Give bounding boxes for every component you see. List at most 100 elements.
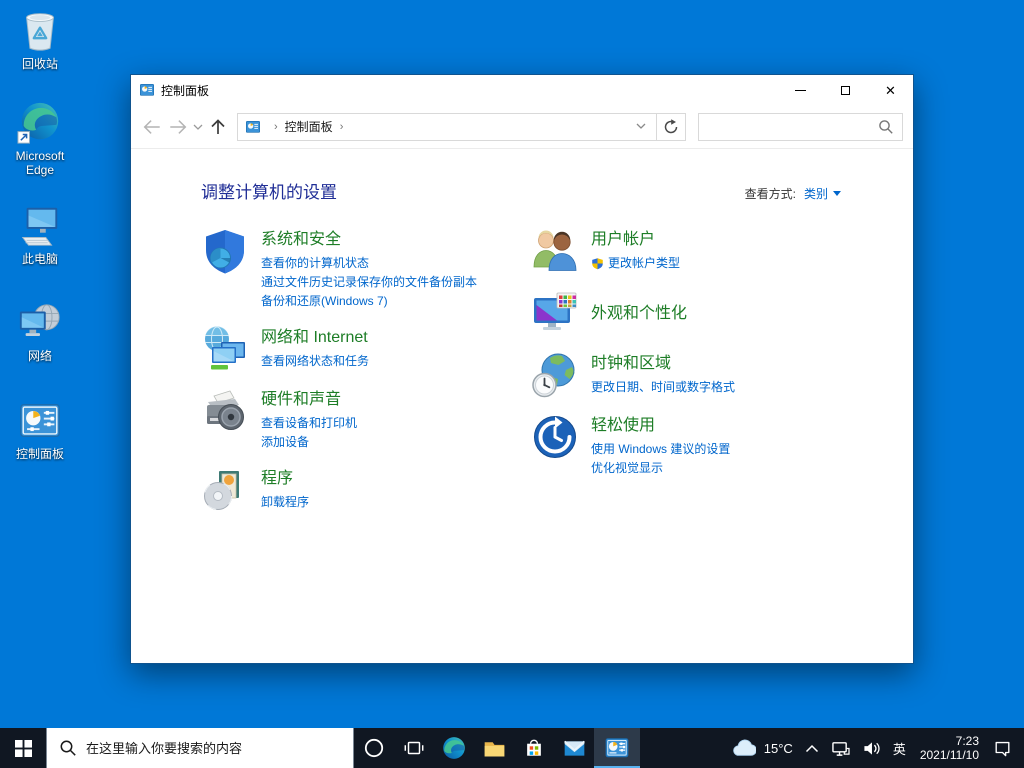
category-link[interactable]: 查看你的计算机状态 bbox=[261, 254, 477, 273]
category-link[interactable]: 通过文件历史记录保存你的文件备份副本 bbox=[261, 273, 477, 292]
volume-button[interactable] bbox=[856, 728, 887, 768]
window-search-input[interactable] bbox=[699, 120, 878, 134]
back-button[interactable] bbox=[139, 113, 165, 141]
control-panel-window: 控制面板 ✕ › 控制面板 › bbox=[130, 74, 914, 664]
mail-icon bbox=[562, 736, 587, 761]
appearance-icon[interactable] bbox=[531, 289, 579, 337]
action-center-icon bbox=[993, 739, 1012, 757]
weather-temperature[interactable]: 15°C bbox=[762, 728, 799, 768]
minimize-button[interactable] bbox=[778, 75, 823, 105]
taskbar-control-panel-button[interactable] bbox=[594, 728, 640, 768]
taskbar-search-box[interactable] bbox=[46, 728, 354, 768]
network-status-button[interactable] bbox=[825, 728, 856, 768]
close-button[interactable]: ✕ bbox=[868, 75, 913, 105]
window-control-panel-icon bbox=[139, 82, 155, 98]
desktop-icon-label: Microsoft Edge bbox=[4, 149, 76, 177]
window-search-box[interactable] bbox=[698, 113, 903, 141]
cortana-icon bbox=[363, 737, 385, 759]
microsoft-edge-icon bbox=[17, 100, 63, 146]
category-link[interactable]: 查看网络状态和任务 bbox=[261, 352, 369, 371]
up-button[interactable] bbox=[205, 113, 231, 141]
category-title-network-internet[interactable]: 网络和 Internet bbox=[261, 327, 369, 349]
cortana-button[interactable] bbox=[354, 728, 394, 768]
categories-column-right: 用户帐户更改帐户类型外观和个性化时钟和区域更改日期、时间或数字格式轻松使用使用 … bbox=[531, 227, 873, 528]
recent-locations-button[interactable] bbox=[191, 113, 205, 141]
forward-button[interactable] bbox=[165, 113, 191, 141]
category-link-text: 卸载程序 bbox=[261, 493, 309, 512]
taskbar-mail-button[interactable] bbox=[554, 728, 594, 768]
breadcrumb-location[interactable]: 控制面板 bbox=[285, 118, 333, 135]
back-arrow-icon bbox=[142, 118, 162, 136]
desktop-icon-network[interactable]: 网络 bbox=[2, 300, 78, 363]
category-link-text: 通过文件历史记录保存你的文件备份副本 bbox=[261, 273, 477, 292]
refresh-icon bbox=[663, 119, 679, 135]
category-link-text: 查看设备和打印机 bbox=[261, 414, 357, 433]
category-title-hardware-sound[interactable]: 硬件和声音 bbox=[261, 389, 357, 411]
action-center-button[interactable] bbox=[987, 728, 1018, 768]
volume-icon bbox=[862, 740, 881, 757]
category-link-text: 添加设备 bbox=[261, 433, 309, 452]
hardware-sound-icon[interactable] bbox=[201, 387, 249, 435]
desktop-icon-label: 回收站 bbox=[22, 57, 58, 71]
clock-region-icon[interactable] bbox=[531, 351, 579, 399]
category-title-programs[interactable]: 程序 bbox=[261, 468, 309, 490]
taskbar-store-button[interactable] bbox=[514, 728, 554, 768]
microsoft-edge-icon bbox=[441, 735, 467, 761]
programs-icon[interactable] bbox=[201, 466, 249, 514]
weather-button[interactable] bbox=[724, 728, 762, 768]
breadcrumb-separator: › bbox=[267, 121, 285, 133]
category-clock-region: 时钟和区域更改日期、时间或数字格式 bbox=[531, 351, 873, 399]
breadcrumb-separator[interactable]: › bbox=[333, 121, 351, 133]
chevron-down-icon[interactable] bbox=[833, 191, 841, 196]
security-shield-icon[interactable] bbox=[201, 227, 249, 275]
system-tray: 15°C 英 7:23 2021/11/10 bbox=[724, 728, 1024, 768]
user-accounts-icon[interactable] bbox=[531, 227, 579, 275]
taskbar-clock[interactable]: 7:23 2021/11/10 bbox=[912, 734, 987, 762]
desktop-icon-microsoft-edge[interactable]: Microsoft Edge bbox=[2, 100, 78, 177]
desktop-icon-this-pc[interactable]: 此电脑 bbox=[2, 203, 78, 266]
search-icon bbox=[59, 739, 77, 757]
category-link[interactable]: 使用 Windows 建议的设置 bbox=[591, 440, 730, 459]
maximize-button[interactable] bbox=[823, 75, 868, 105]
category-link[interactable]: 更改日期、时间或数字格式 bbox=[591, 378, 735, 397]
category-title-system-security[interactable]: 系统和安全 bbox=[261, 229, 477, 251]
category-title-user-accounts[interactable]: 用户帐户 bbox=[591, 229, 680, 251]
clock-time: 7:23 bbox=[920, 734, 979, 748]
ime-indicator[interactable]: 英 bbox=[887, 728, 912, 768]
category-link[interactable]: 卸载程序 bbox=[261, 493, 309, 512]
tray-overflow-button[interactable] bbox=[799, 728, 825, 768]
ease-of-access-icon[interactable] bbox=[531, 413, 579, 461]
address-control-panel-icon bbox=[245, 119, 261, 135]
address-dropdown-button[interactable] bbox=[626, 121, 656, 132]
forward-arrow-icon bbox=[168, 118, 188, 136]
refresh-button[interactable] bbox=[656, 113, 686, 141]
task-view-button[interactable] bbox=[394, 728, 434, 768]
taskbar-file-explorer-button[interactable] bbox=[474, 728, 514, 768]
category-link-text: 使用 Windows 建议的设置 bbox=[591, 440, 730, 459]
category-link[interactable]: 更改帐户类型 bbox=[591, 254, 680, 273]
taskbar-search-input[interactable] bbox=[86, 741, 353, 756]
microsoft-store-icon bbox=[522, 736, 546, 760]
up-arrow-icon bbox=[209, 118, 227, 136]
search-icon bbox=[878, 119, 894, 135]
title-bar[interactable]: 控制面板 ✕ bbox=[131, 75, 913, 105]
category-title-ease-of-access[interactable]: 轻松使用 bbox=[591, 415, 730, 437]
category-link-text: 查看网络状态和任务 bbox=[261, 352, 369, 371]
view-by-dropdown[interactable]: 类别 bbox=[804, 185, 828, 202]
desktop-icon-control-panel[interactable]: 控制面板 bbox=[2, 398, 78, 461]
start-button[interactable] bbox=[0, 728, 46, 768]
category-link[interactable]: 查看设备和打印机 bbox=[261, 414, 357, 433]
category-link[interactable]: 优化视觉显示 bbox=[591, 459, 730, 478]
desktop-icon-label: 控制面板 bbox=[16, 447, 64, 461]
category-title-appearance-personalization[interactable]: 外观和个性化 bbox=[591, 303, 687, 325]
category-link[interactable]: 备份和还原(Windows 7) bbox=[261, 292, 477, 311]
category-link-text: 优化视觉显示 bbox=[591, 459, 663, 478]
minimize-icon bbox=[795, 90, 806, 91]
category-link-text: 更改帐户类型 bbox=[608, 254, 680, 273]
category-link[interactable]: 添加设备 bbox=[261, 433, 357, 452]
taskbar-edge-button[interactable] bbox=[434, 728, 474, 768]
network-internet-icon[interactable] bbox=[201, 325, 249, 373]
desktop-icon-recycle-bin[interactable]: 回收站 bbox=[2, 8, 78, 71]
category-title-clock-region[interactable]: 时钟和区域 bbox=[591, 353, 735, 375]
address-bar[interactable]: › 控制面板 › bbox=[237, 113, 657, 141]
